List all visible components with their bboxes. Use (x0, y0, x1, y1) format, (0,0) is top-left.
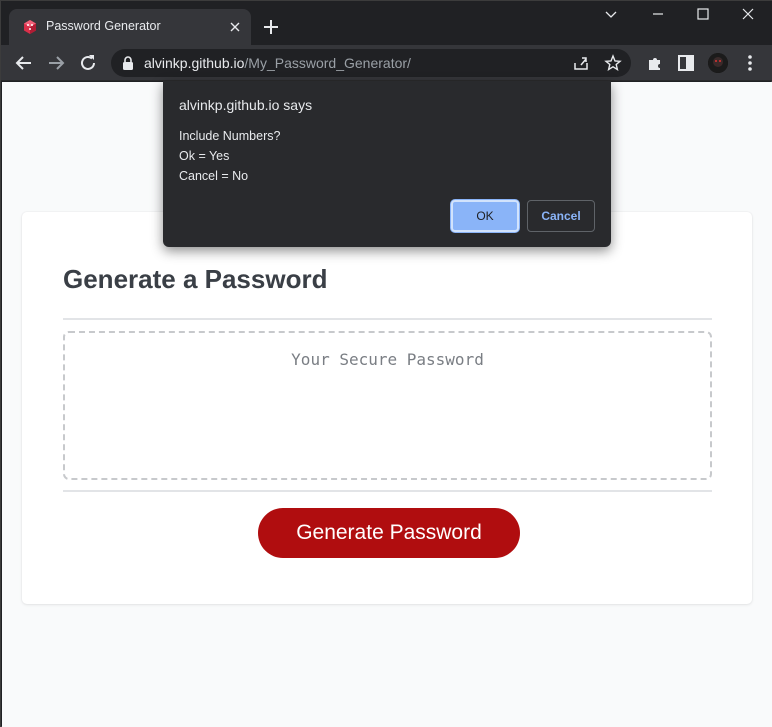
url-host: alvinkp.github.io (144, 55, 245, 71)
close-window-icon[interactable] (734, 7, 762, 27)
browser-toolbar: alvinkp.github.io/My_Password_Generator/ (1, 45, 772, 81)
cancel-button[interactable]: Cancel (527, 200, 595, 232)
maximize-icon[interactable] (689, 7, 717, 27)
password-card: Generate a Password Your Secure Password… (22, 212, 752, 604)
password-placeholder: Your Secure Password (291, 350, 484, 369)
chevron-down-icon[interactable] (597, 7, 625, 27)
divider-top (63, 318, 712, 320)
star-icon[interactable] (604, 54, 622, 72)
side-panel-icon[interactable] (675, 52, 697, 74)
share-icon[interactable] (572, 54, 590, 72)
divider-bottom (63, 490, 712, 492)
generate-password-button[interactable]: Generate Password (258, 508, 520, 558)
close-icon[interactable] (227, 19, 243, 35)
minimize-icon[interactable] (644, 7, 672, 27)
ok-button[interactable]: OK (451, 200, 519, 232)
tab-strip: Password Generator (1, 1, 772, 45)
dialog-title: alvinkp.github.io says (179, 97, 313, 113)
plus-icon[interactable] (261, 17, 281, 37)
lock-icon[interactable] (121, 55, 135, 71)
puzzle-icon[interactable] (644, 52, 666, 74)
back-arrow-icon[interactable] (13, 52, 35, 74)
tab-password-generator[interactable]: Password Generator (9, 9, 251, 45)
password-output[interactable]: Your Secure Password (63, 331, 712, 480)
page-title: Generate a Password (63, 264, 328, 294)
red-gem-icon (22, 19, 38, 35)
kebab-menu-icon[interactable] (739, 52, 761, 74)
reload-icon[interactable] (77, 52, 99, 74)
forward-arrow-icon[interactable] (45, 52, 67, 74)
profile-avatar[interactable] (708, 53, 728, 73)
url-path: /My_Password_Generator/ (244, 55, 411, 71)
browser-window: Password Generator alvinkp.github.io/My_… (0, 0, 772, 727)
tab-title: Password Generator (46, 19, 161, 33)
confirm-dialog: alvinkp.github.io says Include Numbers? … (163, 81, 611, 247)
address-bar[interactable]: alvinkp.github.io/My_Password_Generator/ (111, 49, 631, 77)
dialog-message: Include Numbers? Ok = Yes Cancel = No (179, 129, 281, 183)
url-text: alvinkp.github.io/My_Password_Generator/ (144, 55, 411, 71)
